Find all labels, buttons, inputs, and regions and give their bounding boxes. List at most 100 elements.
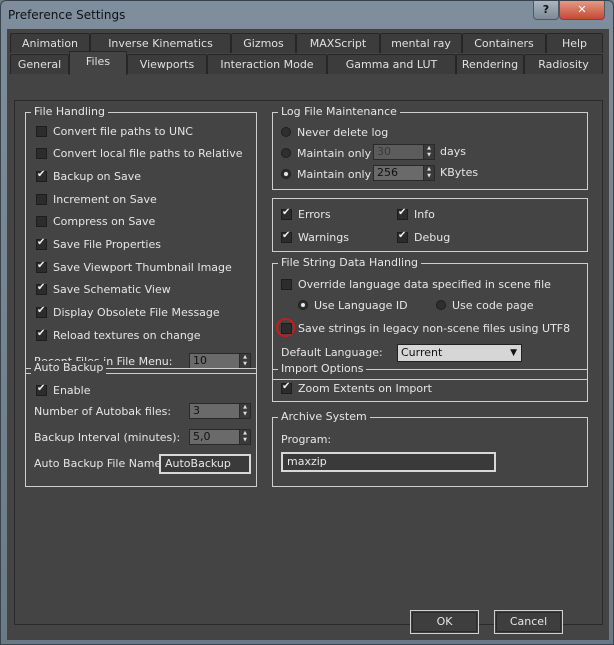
file-handling-option-label: Convert file paths to UNC <box>53 124 193 138</box>
radio-circle[interactable] <box>281 169 291 179</box>
file-handling-option[interactable]: Convert local file paths to Relative <box>36 146 243 162</box>
chevron-down-icon[interactable]: ▼ <box>510 345 517 361</box>
file-handling-option[interactable]: Backup on Save <box>36 168 141 184</box>
spinner-arrows-icon[interactable]: ▲ ▼ <box>240 353 251 369</box>
checkbox-box[interactable] <box>36 328 47 341</box>
radio-circle[interactable] <box>281 127 291 137</box>
tab-maxscript[interactable]: MAXScript <box>296 33 380 53</box>
checkbox-box[interactable] <box>281 207 292 220</box>
default-language-dropdown[interactable]: Current ▼ <box>397 344 522 362</box>
never-delete-radio[interactable]: Never delete log <box>281 124 388 140</box>
tab-rendering[interactable]: Rendering <box>456 54 524 74</box>
log-flag-errors[interactable]: Errors <box>281 206 331 222</box>
num-autobak-spinner[interactable]: 3 ▲ ▼ <box>189 403 251 419</box>
spinner-arrows-icon[interactable]: ▲ ▼ <box>424 144 435 160</box>
tab-files[interactable]: Files <box>69 51 127 75</box>
maintain-kb-spinner[interactable]: 256 ▲ ▼ <box>373 165 435 181</box>
file-handling-option[interactable]: Compress on Save <box>36 214 155 230</box>
checkbox-box[interactable] <box>36 216 47 228</box>
tab-inverse-kinematics[interactable]: Inverse Kinematics <box>90 33 231 53</box>
use-code-page-label: Use code page <box>452 298 534 312</box>
backup-filename-input[interactable]: AutoBackup <box>159 454 251 474</box>
log-flag-debug[interactable]: Debug <box>397 229 450 245</box>
checkbox-box[interactable] <box>281 322 292 334</box>
tab-viewports[interactable]: Viewports <box>127 54 207 74</box>
radio-circle[interactable] <box>281 148 291 158</box>
checkbox-box[interactable] <box>36 305 47 319</box>
tab-interaction-mode[interactable]: Interaction Mode <box>207 54 327 74</box>
tab-help[interactable]: Help <box>546 33 603 53</box>
log-flags-group: Errors Info Warnings Debug <box>272 198 588 252</box>
spinner-arrows-icon[interactable]: ▲ ▼ <box>240 429 251 445</box>
auto-backup-title: Auto Backup <box>31 361 107 375</box>
maintain-kb-value[interactable]: 256 <box>373 165 424 181</box>
file-handling-option[interactable]: Save Schematic View <box>36 282 171 298</box>
archive-system-group: Archive System Program: maxzip <box>272 410 588 487</box>
num-autobak-value[interactable]: 3 <box>189 403 240 419</box>
default-language-label: Default Language: <box>281 346 383 359</box>
maintain-days-value[interactable]: 30 <box>373 144 424 160</box>
backup-interval-value[interactable]: 5,0 <box>189 429 240 445</box>
archive-system-title: Archive System <box>278 410 370 424</box>
maintain-days-radio[interactable]: Maintain only <box>281 145 371 161</box>
checkbox-box[interactable] <box>36 260 47 273</box>
file-handling-option-label: Reload textures on change <box>53 328 201 342</box>
checkbox-box[interactable] <box>36 148 47 160</box>
close-button[interactable]: ✕ <box>559 1 605 20</box>
backup-filename-label: Auto Backup File Name: <box>34 457 165 470</box>
override-language-checkbox[interactable]: Override language data specified in scen… <box>281 276 551 292</box>
file-handling-option[interactable]: Save Viewport Thumbnail Image <box>36 259 232 275</box>
checkbox-box[interactable] <box>281 278 292 290</box>
spinner-arrows-icon[interactable]: ▲ ▼ <box>424 165 435 181</box>
log-file-title: Log File Maintenance <box>278 105 400 119</box>
recent-files-spinner[interactable]: 10 ▲ ▼ <box>189 353 251 369</box>
file-handling-option[interactable]: Reload textures on change <box>36 327 201 343</box>
file-handling-option[interactable]: Convert file paths to UNC <box>36 123 193 139</box>
cancel-button[interactable]: Cancel <box>494 610 563 634</box>
tab-gamma-and-lut[interactable]: Gamma and LUT <box>327 54 456 74</box>
tab-containers[interactable]: Containers <box>462 33 546 53</box>
utf8-strings-label: Save strings in legacy non-scene files u… <box>298 321 571 335</box>
use-language-id-radio[interactable]: Use Language ID <box>298 297 408 313</box>
file-handling-option-label: Save Viewport Thumbnail Image <box>53 260 232 274</box>
radio-circle[interactable] <box>298 300 308 310</box>
log-flag-info[interactable]: Info <box>397 206 435 222</box>
file-handling-option[interactable]: Increment on Save <box>36 191 157 207</box>
tab-mental-ray[interactable]: mental ray <box>380 33 462 53</box>
checkbox-box[interactable] <box>36 125 47 137</box>
tab-animation[interactable]: Animation <box>10 33 90 53</box>
never-delete-label: Never delete log <box>297 125 389 139</box>
use-language-id-label: Use Language ID <box>314 298 408 312</box>
checkbox-box[interactable] <box>36 193 47 205</box>
file-handling-option[interactable]: Save File Properties <box>36 237 161 253</box>
maintain-kb-radio[interactable]: Maintain only <box>281 166 371 182</box>
use-code-page-radio[interactable]: Use code page <box>436 297 534 313</box>
enable-backup-checkbox[interactable]: Enable <box>36 382 90 398</box>
checkbox-box[interactable] <box>36 282 47 296</box>
zoom-extents-checkbox[interactable]: Zoom Extents on Import <box>281 380 432 396</box>
checkbox-box[interactable] <box>281 381 292 394</box>
checkbox-box[interactable] <box>397 207 408 220</box>
title-bar: Preference Settings ? ✕ <box>1 1 613 29</box>
radio-circle[interactable] <box>436 300 446 310</box>
file-handling-option-label: Save Schematic View <box>53 283 171 297</box>
checkbox-box[interactable] <box>397 230 408 243</box>
help-button[interactable]: ? <box>533 1 559 20</box>
archive-program-input[interactable]: maxzip <box>281 452 496 472</box>
maintain-days-spinner[interactable]: 30 ▲ ▼ <box>373 144 435 160</box>
utf8-strings-checkbox[interactable]: Save strings in legacy non-scene files u… <box>281 320 570 336</box>
spinner-arrows-icon[interactable]: ▲ ▼ <box>240 403 251 419</box>
checkbox-box[interactable] <box>36 237 47 250</box>
checkbox-box[interactable] <box>36 383 47 396</box>
recent-files-value[interactable]: 10 <box>189 353 240 369</box>
log-flag-warnings[interactable]: Warnings <box>281 229 349 245</box>
tab-radiosity[interactable]: Radiosity <box>524 54 603 74</box>
checkbox-box[interactable] <box>281 230 292 243</box>
cancel-button-label: Cancel <box>509 615 548 628</box>
tab-gizmos[interactable]: Gizmos <box>231 33 296 53</box>
ok-button[interactable]: OK <box>410 610 479 634</box>
backup-interval-spinner[interactable]: 5,0 ▲ ▼ <box>189 429 251 445</box>
checkbox-box[interactable] <box>36 169 47 182</box>
tab-general[interactable]: General <box>10 54 69 74</box>
file-handling-option[interactable]: Display Obsolete File Message <box>36 305 220 321</box>
